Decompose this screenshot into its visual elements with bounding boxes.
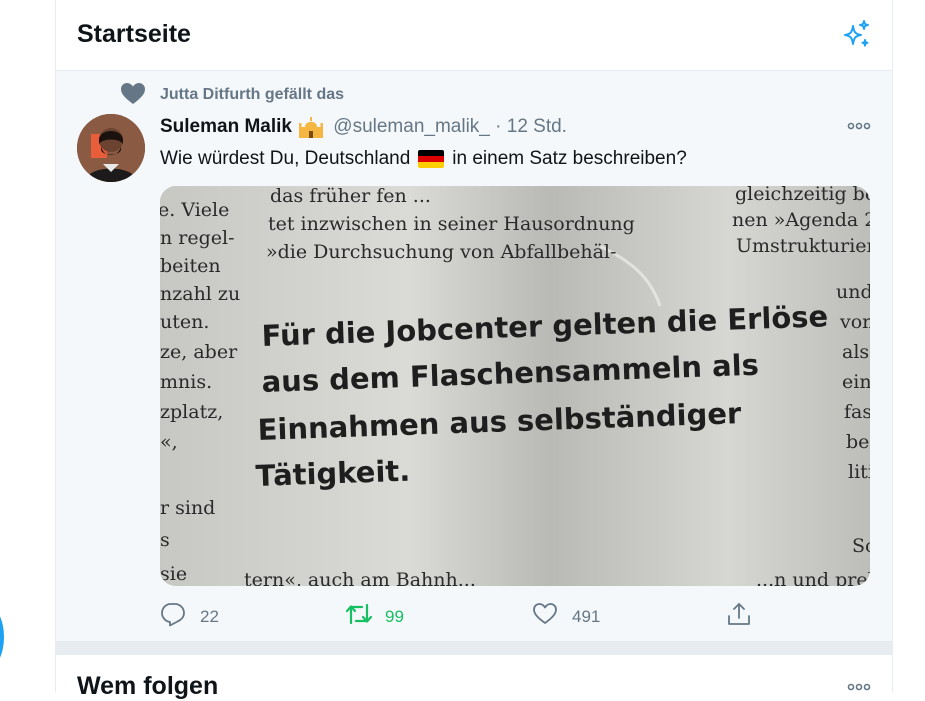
separator-dot: · [495,116,502,138]
media-left-line: e. Viele [160,199,229,221]
heart-filled-icon [121,83,145,104]
germany-flag-icon [418,149,445,168]
mosque-emoji-icon [299,117,323,138]
avatar[interactable] [77,114,145,182]
media-left-line: zplatz, [160,401,223,423]
retweet-icon [345,603,373,625]
media-left-line: n regel- [160,227,235,249]
media-right-line: fas [844,401,870,423]
sparkle-icon[interactable] [839,17,873,51]
who-to-follow-title: Wem folgen [77,672,219,700]
media-right-line: Sc [852,535,870,557]
page-title: Startseite [77,20,191,48]
media-left-line: «, [160,431,178,453]
media-left-line: r sind [160,497,215,519]
reply-count: 22 [200,607,219,626]
heart-icon [533,603,557,624]
tweet-actions: 22 99 491 [160,601,780,631]
more-options-icon[interactable] [846,119,872,133]
media-left-line: beiten [160,255,221,277]
media-left-line: ze, aber [160,341,238,363]
avatar-image [77,114,145,182]
timeline-column: Startseite Jutta Ditfurth gefällt das Su… [55,0,893,700]
share-icon [728,603,750,625]
media-right-line: von [839,311,870,333]
media-right-line: gleichzeitig besc [735,186,870,205]
media-left-line: sie [160,563,187,585]
media-bottom-right: ...n und prel [756,569,870,586]
media-right-line: bei [846,431,870,453]
media-right-line: also [842,341,870,363]
media-right-line: ein [842,371,870,393]
tweet-text-part-1: Wie würdest Du, Deutschland [160,148,411,169]
author-handle[interactable]: @suleman_malik_ [333,116,490,137]
media-top-line-1: das früher fen ... [270,186,431,207]
tweet-time[interactable]: 12 Std. [507,116,567,137]
reply-icon [161,603,185,627]
section-divider [56,641,892,655]
media-left-line: mnis. [160,371,212,393]
compose-tweet-button[interactable] [0,604,4,670]
tweet[interactable]: Jutta Ditfurth gefällt das Suleman Malik [56,71,892,641]
tweet-media-image[interactable]: das früher fen ... tet inzwischen in sei… [160,186,870,586]
tweet-header: Suleman Malik @suleman_malik_ · 12 Std. [160,115,567,139]
retweet-count: 99 [385,607,404,626]
media-right-line: liti [848,461,870,483]
media-left-line: uten. [160,311,209,333]
tweet-text-part-2: in einem Satz beschreiben? [452,148,687,169]
media-bottom-line: tern«, auch am Bahnh... [244,569,476,586]
media-right-line: und [836,281,870,303]
media-main-line-4: Tätigkeit. [255,454,411,493]
timeline-header: Startseite [56,0,892,71]
media-left-line: s [160,529,170,551]
media-left-line: nzahl zu [160,283,240,305]
media-right-line: nen »Agenda 20 [732,209,870,231]
like-count: 491 [572,607,601,626]
newspaper-photo: das früher fen ... tet inzwischen in sei… [160,186,870,586]
social-context-text[interactable]: Jutta Ditfurth gefällt das [160,86,344,104]
media-right-line: Umstrukturier [736,235,870,257]
media-top-line-3: »die Durchsuchung von Abfallbehäl- [266,241,616,263]
author-name[interactable]: Suleman Malik [160,116,292,137]
tweet-text: Wie würdest Du, Deutschland in einem Satz… [160,148,687,170]
media-top-line-2: tet inzwischen in seiner Hausordnung [268,213,635,235]
